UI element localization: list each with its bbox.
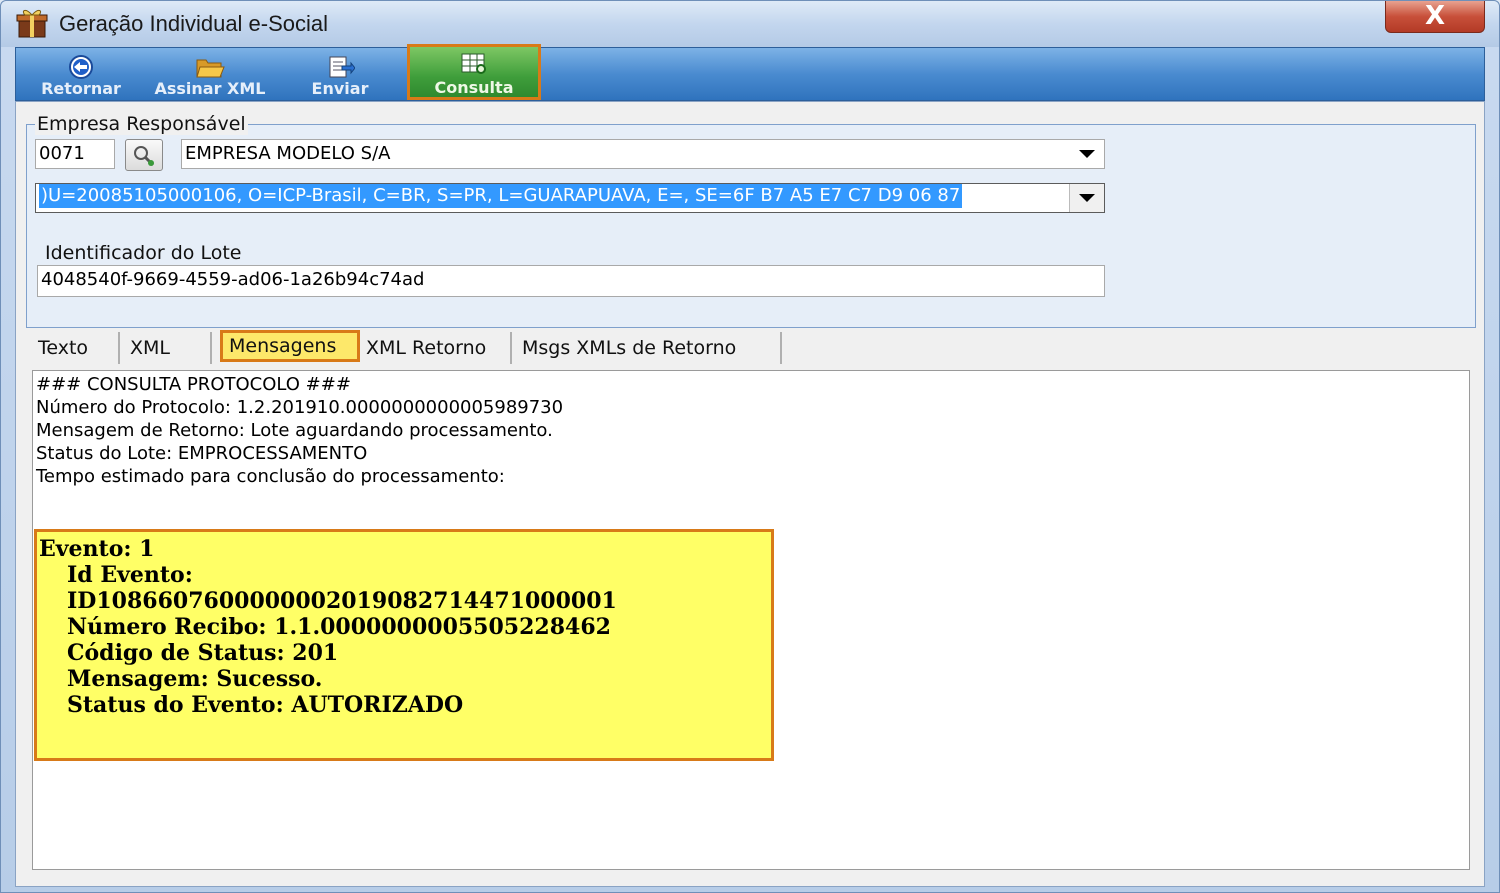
message-line: Mensagem de Retorno: Lote aguardando pro… bbox=[36, 420, 553, 441]
enviar-label: Enviar bbox=[311, 79, 369, 98]
folder-open-icon bbox=[196, 59, 225, 78]
evento-line: Id Evento: bbox=[67, 562, 193, 588]
consulta-button[interactable]: Consulta bbox=[407, 44, 541, 100]
empresa-groupbox: Empresa Responsável 0071 EMPRESA MODELO … bbox=[26, 113, 1476, 328]
close-button[interactable]: X bbox=[1385, 1, 1485, 33]
retornar-button[interactable]: Retornar bbox=[26, 48, 136, 100]
tab-texto[interactable]: Texto bbox=[32, 332, 120, 364]
consulta-label: Consulta bbox=[434, 78, 514, 97]
empresa-group-label: Empresa Responsável bbox=[35, 113, 248, 135]
window-title: Geração Individual e-Social bbox=[59, 11, 329, 36]
evento-line: Mensagem: Sucesso. bbox=[67, 666, 323, 692]
send-document-icon bbox=[329, 56, 355, 78]
evento-line: Status do Evento: AUTORIZADO bbox=[67, 692, 464, 718]
chevron-down-icon[interactable] bbox=[1069, 184, 1104, 212]
evento-line: Evento: 1 bbox=[39, 536, 155, 562]
lote-id-field[interactable]: 4048540f-9669-4559-ad06-1a26b94c74ad bbox=[37, 265, 1105, 297]
assinar-xml-label: Assinar XML bbox=[154, 79, 266, 98]
app-window: Geração Individual e-Social X Retornar A… bbox=[0, 0, 1500, 893]
enviar-button[interactable]: Enviar bbox=[288, 48, 392, 100]
certificate-value: )U=20085105000106, O=ICP-Brasil, C=BR, S… bbox=[39, 184, 963, 208]
empresa-search-button[interactable] bbox=[125, 139, 163, 171]
app-gift-icon bbox=[16, 9, 48, 38]
user-search-icon bbox=[134, 146, 155, 167]
tab-xml[interactable]: XML bbox=[124, 332, 212, 364]
evento-line: ID1086607600000002019082714471000001 bbox=[67, 588, 617, 614]
tab-msgs-xmls-retorno[interactable]: Msgs XMLs de Retorno bbox=[516, 332, 782, 364]
evento-line: Código de Status: 201 bbox=[67, 640, 339, 666]
tab-mensagens[interactable]: Mensagens bbox=[220, 330, 360, 362]
tab-xml-retorno[interactable]: XML Retorno bbox=[360, 332, 512, 364]
title-bar[interactable]: Geração Individual e-Social X bbox=[1, 1, 1499, 47]
empresa-name-combo[interactable]: EMPRESA MODELO S/A bbox=[181, 139, 1105, 169]
message-line: Status do Lote: EMPROCESSAMENTO bbox=[36, 443, 368, 464]
close-icon: X bbox=[1424, 1, 1446, 31]
empresa-name-value: EMPRESA MODELO S/A bbox=[185, 143, 391, 164]
chevron-down-icon[interactable] bbox=[1070, 140, 1104, 168]
assinar-xml-button[interactable]: Assinar XML bbox=[148, 48, 272, 100]
message-line: ### CONSULTA PROTOCOLO ### bbox=[36, 374, 351, 395]
lote-label: Identificador do Lote bbox=[45, 242, 242, 264]
retornar-label: Retornar bbox=[41, 79, 121, 98]
empresa-code-field[interactable]: 0071 bbox=[35, 139, 115, 169]
message-line: Número do Protocolo: 1.2.201910.00000000… bbox=[36, 397, 564, 418]
table-search-icon bbox=[461, 53, 486, 74]
toolbar: Retornar Assinar XML Enviar Consulta bbox=[15, 44, 1485, 101]
evento-highlight-box: Evento: 1 Id Evento: ID10866076000000020… bbox=[34, 529, 774, 761]
evento-line: Número Recibo: 1.1.0000000005505228462 bbox=[67, 614, 611, 640]
message-line: Tempo estimado para conclusão do process… bbox=[36, 466, 505, 487]
messages-memo[interactable]: ### CONSULTA PROTOCOLO ### Número do Pro… bbox=[32, 370, 1470, 870]
client-area: Empresa Responsável 0071 EMPRESA MODELO … bbox=[15, 101, 1485, 887]
certificate-combo[interactable]: )U=20085105000106, O=ICP-Brasil, C=BR, S… bbox=[35, 183, 1105, 213]
back-arrow-icon bbox=[69, 55, 93, 79]
